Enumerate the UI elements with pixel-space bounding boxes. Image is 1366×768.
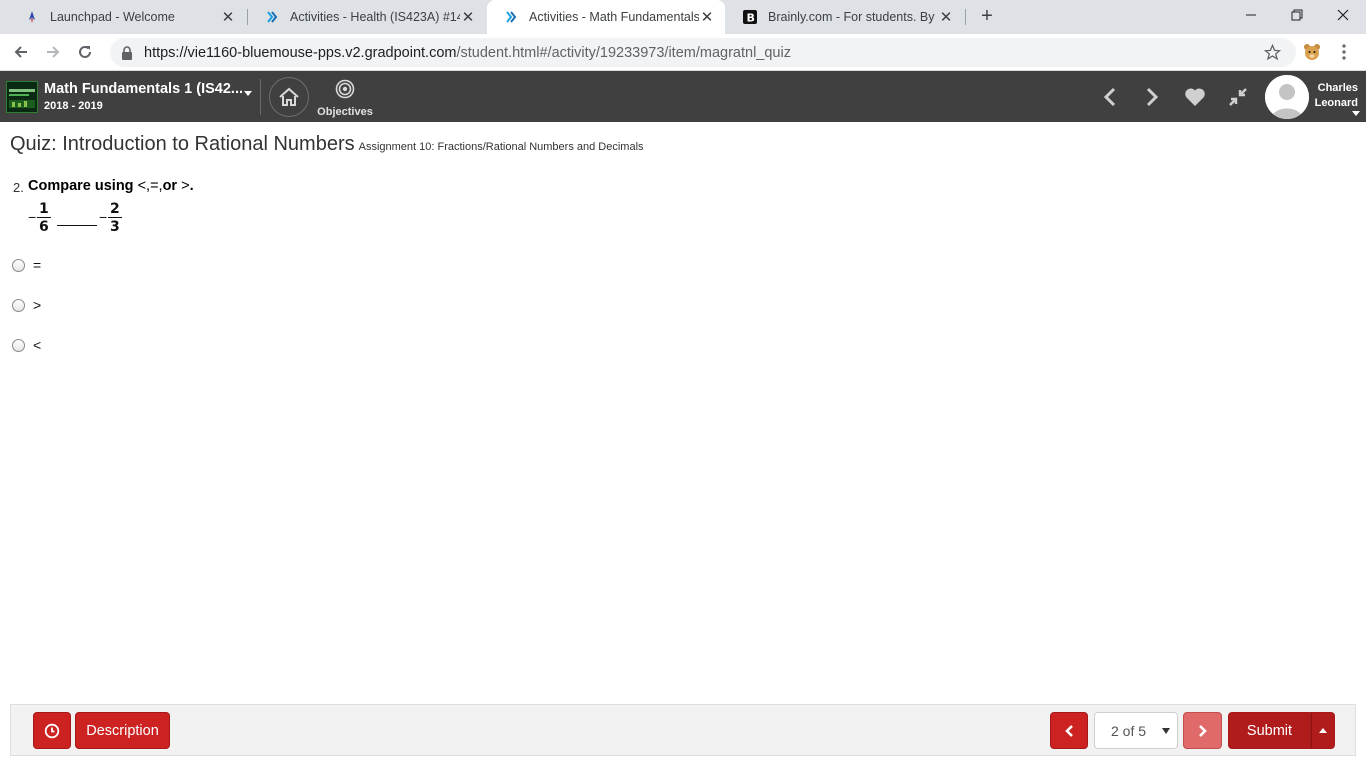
- answer-blank: [57, 225, 97, 226]
- extension-bear-icon[interactable]: [1299, 40, 1325, 64]
- close-icon[interactable]: ✕: [460, 9, 476, 26]
- description-button[interactable]: Description: [75, 712, 170, 749]
- caret-up-icon: [1319, 728, 1327, 733]
- tab-activities-math[interactable]: Activities - Math Fundamentals 1 (IS423A…: [487, 0, 725, 34]
- next-question-button[interactable]: [1183, 712, 1222, 749]
- assignment-label: Assignment 10: Fractions/Rational Number…: [358, 141, 644, 153]
- address-bar[interactable]: https://vie1160-bluemouse-pps.v2.gradpoi…: [110, 38, 1296, 67]
- user-menu-caret-icon[interactable]: [1352, 111, 1360, 116]
- fraction-right: 2 3: [108, 201, 122, 236]
- fraction-left-sign: −: [28, 209, 37, 225]
- prompt-symbols: <,=,: [137, 178, 163, 194]
- page-indicator: 2 of 5: [1111, 722, 1147, 739]
- browser-toolbar: https://vie1160-bluemouse-pps.v2.gradpoi…: [0, 34, 1366, 71]
- url-host: https://vie1160-bluemouse-pps.v2.gradpoi…: [144, 44, 457, 61]
- question-page-select[interactable]: 2 of 5: [1094, 712, 1178, 749]
- tab-launchpad[interactable]: Launchpad - Welcome ✕: [8, 0, 246, 34]
- fraction-left-numerator: 1: [37, 201, 51, 218]
- course-year: 2018 - 2019: [44, 100, 103, 112]
- course-logo[interactable]: [6, 81, 38, 113]
- question-prompt: Compare using <,=,or >.: [28, 178, 194, 194]
- prompt-end: .: [189, 178, 194, 194]
- restore-icon[interactable]: [1274, 0, 1320, 30]
- next-chevron-icon[interactable]: [1139, 84, 1165, 110]
- tab-title: Activities - Health (IS423A) #1446: [290, 10, 460, 24]
- user-name[interactable]: Charles Leonard: [1306, 81, 1358, 111]
- previous-question-button[interactable]: [1050, 712, 1088, 749]
- header-divider: [260, 79, 261, 115]
- avatar[interactable]: [1265, 75, 1309, 119]
- reload-icon[interactable]: [72, 40, 98, 64]
- submit-button[interactable]: Submit: [1228, 712, 1311, 749]
- close-icon[interactable]: ✕: [699, 9, 715, 26]
- chevron-right-icon: [264, 9, 280, 25]
- answer-option-equal[interactable]: =: [12, 257, 41, 273]
- svg-text:B: B: [747, 12, 755, 25]
- brainly-b-icon: B: [742, 9, 758, 25]
- forward-arrow-icon[interactable]: [40, 40, 66, 64]
- chevron-right-icon: [503, 9, 519, 25]
- tab-title: Launchpad - Welcome: [50, 10, 175, 24]
- timer-button[interactable]: [33, 712, 71, 749]
- page-title: Quiz: Introduction to Rational Numbers: [10, 133, 355, 155]
- tab-title: Brainly.com - For students. By students.: [768, 10, 938, 24]
- option-label: <: [33, 337, 42, 353]
- submit-options-button[interactable]: [1311, 712, 1335, 749]
- clock-icon: [44, 723, 60, 738]
- minimize-icon[interactable]: [1228, 0, 1274, 30]
- question-number: 2.: [13, 180, 24, 195]
- home-button[interactable]: [269, 77, 309, 117]
- tab-title: Activities - Math Fundamentals 1 (IS423A…: [529, 10, 699, 24]
- url-path: /student.html#/activity/19233973/item/ma…: [456, 44, 791, 61]
- fraction-left: 1 6: [37, 201, 51, 236]
- new-tab-button[interactable]: +: [976, 6, 998, 27]
- prompt-last-symbol: >: [181, 178, 190, 194]
- tab-divider: [965, 9, 966, 25]
- radio-button[interactable]: [12, 298, 25, 312]
- course-dropdown-caret-icon[interactable]: [244, 91, 252, 96]
- browser-menu-icon[interactable]: [1331, 40, 1357, 64]
- previous-chevron-icon[interactable]: [1097, 84, 1123, 110]
- quiz-heading: Quiz: Introduction to Rational Numbers As…: [10, 133, 644, 156]
- window-close-icon[interactable]: [1320, 0, 1366, 30]
- objectives-label: Objectives: [317, 106, 373, 118]
- bookmark-star-icon[interactable]: [1259, 40, 1285, 64]
- chevron-right-icon: [1198, 724, 1207, 737]
- radio-button[interactable]: [12, 258, 25, 272]
- radio-button[interactable]: [12, 338, 25, 352]
- lock-icon: [120, 45, 134, 60]
- chevron-left-icon: [1065, 724, 1073, 737]
- user-first-name: Charles: [1317, 82, 1358, 94]
- launchpad-rocket-icon: [24, 9, 40, 25]
- course-title[interactable]: Math Fundamentals 1 (IS42...: [44, 81, 243, 97]
- app-header: Math Fundamentals 1 (IS42... 2018 - 2019…: [0, 71, 1366, 122]
- close-icon[interactable]: ✕: [938, 9, 954, 26]
- option-label: >: [33, 297, 42, 313]
- target-icon: [335, 79, 355, 99]
- fraction-left-denominator: 6: [39, 219, 49, 235]
- prompt-or: or: [162, 178, 182, 194]
- browser-tab-strip: Launchpad - Welcome ✕ Activities - Healt…: [0, 0, 1366, 34]
- prompt-lead: Compare using: [28, 178, 138, 194]
- answer-option-less[interactable]: <: [12, 337, 41, 353]
- fraction-right-sign: −: [99, 209, 108, 225]
- tab-brainly[interactable]: B Brainly.com - For students. By student…: [726, 0, 964, 34]
- option-label: =: [33, 257, 42, 273]
- objectives-button[interactable]: Objectives: [316, 79, 374, 118]
- home-icon: [279, 87, 299, 106]
- fraction-right-denominator: 3: [110, 219, 120, 235]
- fraction-right-numerator: 2: [108, 201, 122, 218]
- back-arrow-icon[interactable]: [8, 40, 34, 64]
- close-icon[interactable]: ✕: [220, 9, 236, 26]
- user-last-name: Leonard: [1314, 97, 1358, 109]
- answer-option-greater[interactable]: >: [12, 297, 41, 313]
- quiz-footer: Description 2 of 5 Submit: [10, 704, 1356, 756]
- collapse-icon[interactable]: [1225, 84, 1251, 110]
- heart-icon[interactable]: [1182, 84, 1208, 110]
- chevron-down-icon: [1162, 728, 1170, 734]
- tab-activities-health[interactable]: Activities - Health (IS423A) #1446 ✕: [248, 0, 486, 34]
